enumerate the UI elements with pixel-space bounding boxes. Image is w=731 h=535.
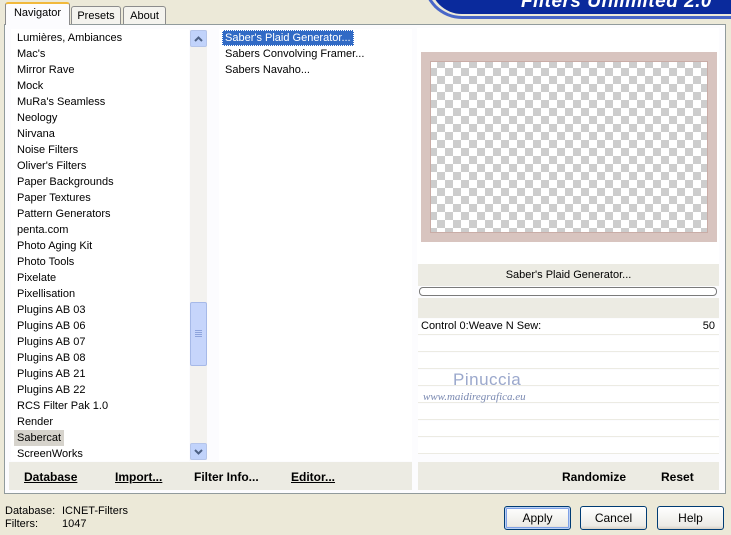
- chevron-up-icon: [194, 35, 203, 42]
- filter-list[interactable]: Saber's Plaid Generator... Sabers Convolv…: [219, 29, 412, 461]
- database-label: Database: [24, 470, 78, 484]
- control-row[interactable]: [418, 404, 719, 420]
- tab-label: About: [130, 10, 159, 22]
- apply-label: Apply: [522, 511, 553, 525]
- database-info-value: ICNET-Filters: [62, 505, 128, 517]
- control-row[interactable]: [418, 336, 719, 352]
- category-item[interactable]: Photo Aging Kit: [14, 238, 95, 254]
- category-item[interactable]: Mac's: [14, 46, 48, 62]
- apply-button[interactable]: Apply: [504, 506, 571, 530]
- category-item[interactable]: Pattern Generators: [14, 206, 114, 222]
- chevron-down-icon: [194, 448, 203, 455]
- category-item[interactable]: RCS Filter Pak 1.0: [14, 398, 111, 414]
- tab-label: Navigator: [13, 7, 62, 19]
- randomize-label: Randomize: [562, 470, 627, 484]
- help-label: Help: [678, 511, 703, 525]
- preview-frame: [421, 52, 717, 242]
- category-item[interactable]: Oliver's Filters: [14, 158, 89, 174]
- category-item[interactable]: Photo Tools: [14, 254, 77, 270]
- filter-info-label: Filter Info...: [194, 470, 259, 484]
- category-item[interactable]: ScreenWorks: [14, 446, 86, 461]
- banner: Filters Unlimited 2.0: [430, 0, 731, 14]
- editor-button[interactable]: Editor...: [291, 470, 335, 484]
- category-item[interactable]: Paper Backgrounds: [14, 174, 117, 190]
- scroll-up-button[interactable]: [190, 30, 207, 47]
- category-item[interactable]: MuRa's Seamless: [14, 94, 108, 110]
- progress-bar: [419, 287, 717, 296]
- tab-navigator[interactable]: Navigator: [5, 2, 70, 25]
- control-value: 50: [702, 320, 715, 332]
- tab-presets[interactable]: Presets: [71, 6, 121, 24]
- category-item[interactable]: Sabercat: [14, 430, 65, 446]
- editor-label: Editor...: [291, 470, 336, 484]
- category-item[interactable]: Neology: [14, 110, 60, 126]
- controls-header-band: [418, 298, 719, 318]
- category-item[interactable]: Pixelate: [14, 270, 59, 286]
- tab-about[interactable]: About: [123, 6, 166, 24]
- filter-item[interactable]: Sabers Convolving Framer...: [222, 46, 367, 62]
- category-item[interactable]: Plugins AB 06: [14, 318, 89, 334]
- category-item[interactable]: Noise Filters: [14, 142, 81, 158]
- filter-item[interactable]: Saber's Plaid Generator...: [222, 30, 354, 46]
- scroll-thumb[interactable]: [190, 302, 207, 366]
- reset-button[interactable]: Reset: [661, 470, 694, 484]
- category-item[interactable]: Plugins AB 21: [14, 366, 89, 382]
- category-item[interactable]: Mirror Rave: [14, 62, 77, 78]
- current-filter-name: Saber's Plaid Generator...: [418, 264, 719, 286]
- scroll-down-button[interactable]: [190, 443, 207, 460]
- category-item[interactable]: Pixellisation: [14, 286, 78, 302]
- help-button[interactable]: Help: [657, 506, 724, 530]
- filter-info-button[interactable]: Filter Info...: [194, 470, 259, 484]
- category-item[interactable]: Plugins AB 03: [14, 302, 89, 318]
- category-item[interactable]: Paper Textures: [14, 190, 94, 206]
- cancel-button[interactable]: Cancel: [580, 506, 647, 530]
- filters-count-value: 1047: [62, 518, 87, 530]
- category-item[interactable]: Plugins AB 22: [14, 382, 89, 398]
- database-button[interactable]: Database: [24, 470, 77, 484]
- category-item[interactable]: Nirvana: [14, 126, 58, 142]
- filters-count-label: Filters:: [5, 518, 38, 530]
- category-scrollbar[interactable]: [190, 30, 207, 460]
- randomize-button[interactable]: Randomize: [562, 470, 626, 484]
- import-button[interactable]: Import...: [115, 470, 162, 484]
- banner-title: Filters Unlimited 2.0: [520, 0, 712, 12]
- control-row[interactable]: [418, 353, 719, 369]
- category-item[interactable]: Render: [14, 414, 56, 430]
- category-item[interactable]: Lumières, Ambiances: [14, 30, 125, 46]
- tab-label: Presets: [77, 10, 115, 22]
- control-row[interactable]: [418, 438, 719, 454]
- cancel-label: Cancel: [594, 511, 633, 525]
- control-row[interactable]: Control 0:Weave N Sew: 50: [418, 319, 719, 335]
- category-item[interactable]: Mock: [14, 78, 46, 94]
- filter-item[interactable]: Sabers Navaho...: [222, 62, 313, 78]
- control-row[interactable]: [418, 421, 719, 437]
- watermark-url: www.maidiregrafica.eu: [423, 391, 526, 403]
- category-list[interactable]: Lumières, Ambiances Mac's Mirror Rave Mock M…: [11, 29, 189, 461]
- reset-label: Reset: [661, 470, 694, 484]
- control-label: Control 0:Weave N Sew:: [421, 320, 542, 332]
- category-item[interactable]: Plugins AB 07: [14, 334, 89, 350]
- import-label: Import...: [115, 470, 163, 484]
- category-item[interactable]: penta.com: [14, 222, 71, 238]
- database-info-label: Database:: [5, 505, 56, 517]
- watermark-name: Pinuccia: [453, 370, 522, 389]
- category-item[interactable]: Plugins AB 08: [14, 350, 89, 366]
